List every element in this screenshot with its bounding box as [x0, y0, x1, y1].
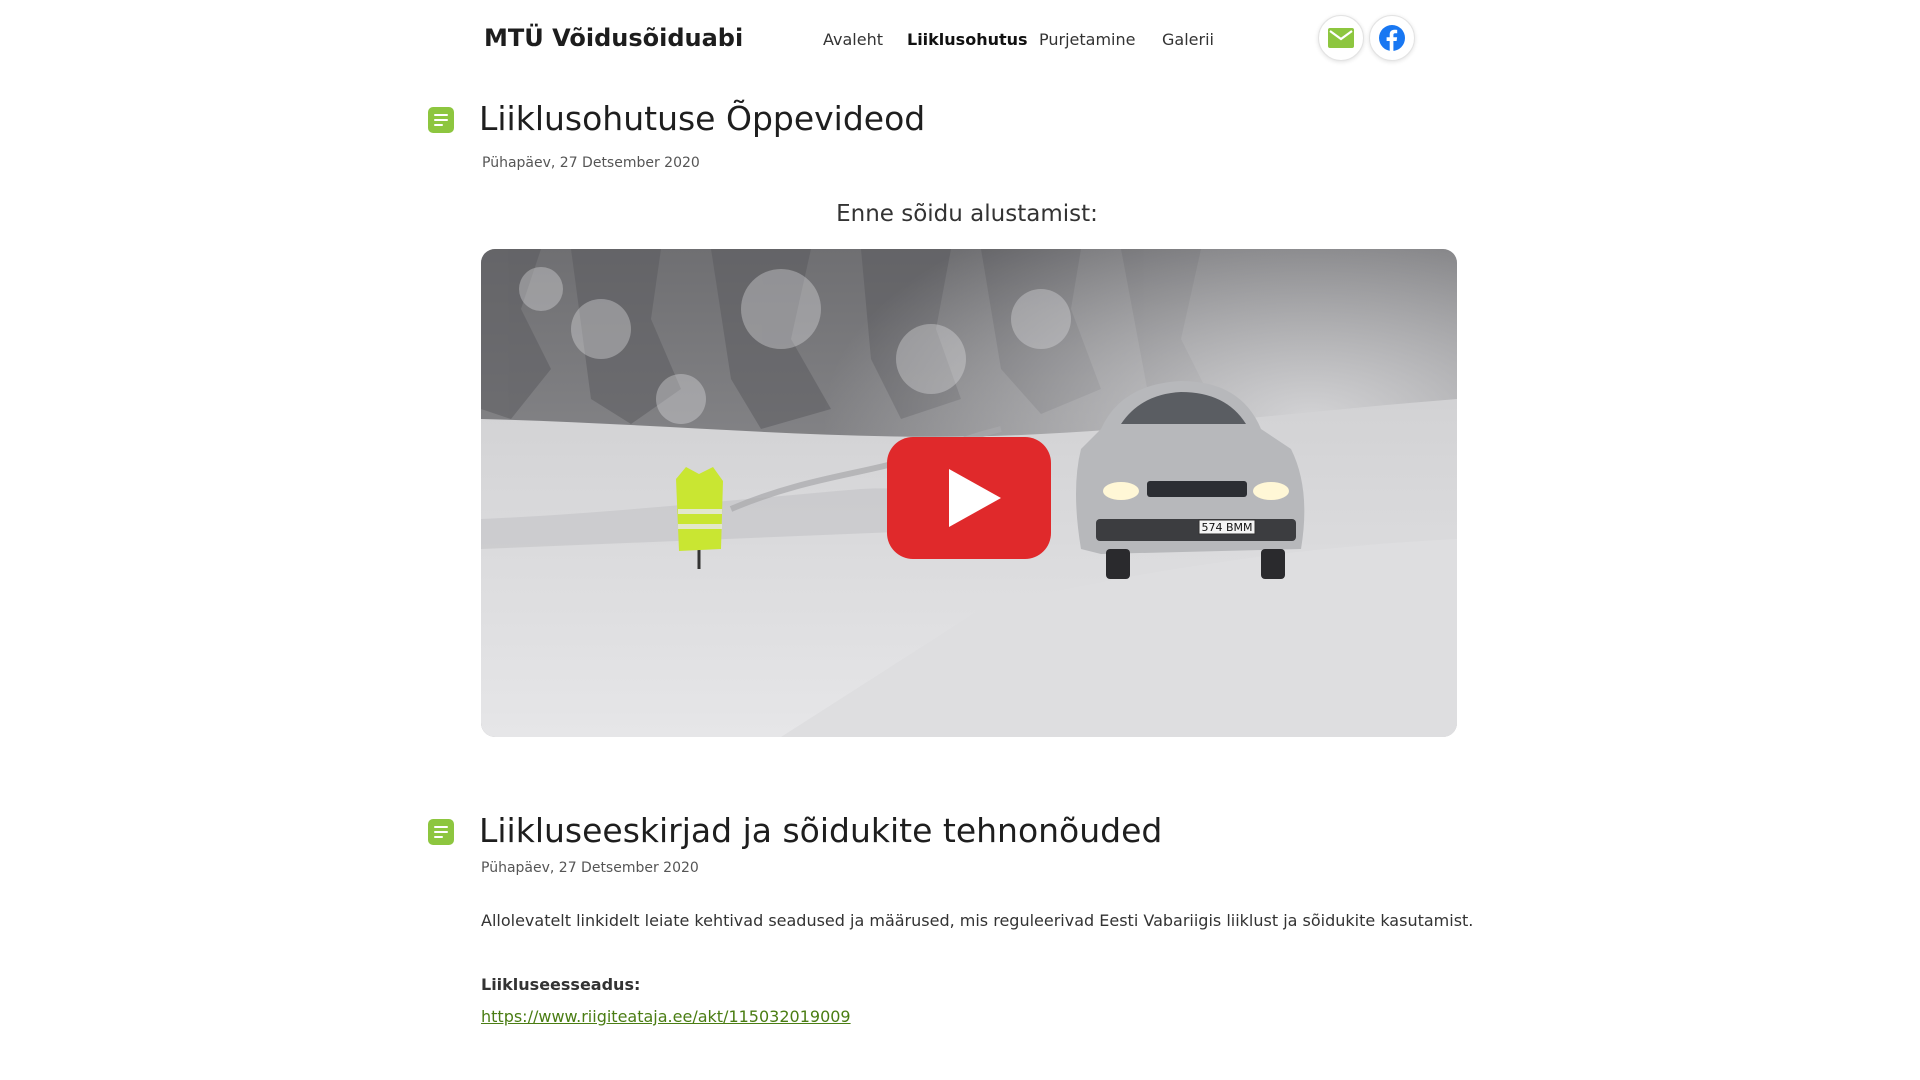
video-subheading: Enne sõidu alustamist:: [836, 201, 1098, 227]
license-plate: 574 BMM: [1201, 521, 1252, 534]
post-date: Pühapäev, 27 Detsember 2020: [481, 860, 699, 876]
riigiteataja-link[interactable]: https://www.riigiteataja.ee/akt/11503201…: [481, 1007, 851, 1026]
play-button[interactable]: [887, 437, 1051, 559]
nav-item-avaleht[interactable]: Avaleht: [823, 30, 883, 49]
article-icon: [428, 819, 454, 845]
video-thumbnail: 574 BMM: [481, 249, 1457, 737]
facebook-button[interactable]: [1369, 15, 1415, 61]
facebook-icon: [1379, 25, 1405, 51]
nav-item-purjetamine[interactable]: Purjetamine: [1039, 30, 1135, 49]
post-title[interactable]: Liikluseeskirjad ja sõidukite tehnonõude…: [479, 811, 1162, 850]
email-button[interactable]: [1318, 15, 1364, 61]
nav-item-galerii[interactable]: Galerii: [1162, 30, 1214, 49]
article-icon: [428, 107, 454, 133]
section-label: Liikluseesseadus:: [481, 975, 641, 994]
site-title[interactable]: MTÜ Võidusõiduabi: [484, 24, 743, 52]
nav-item-liiklusohutus[interactable]: Liiklusohutus: [907, 30, 1028, 49]
post-date: Pühapäev, 27 Detsember 2020: [482, 155, 700, 171]
post-intro: Allolevatelt linkidelt leiate kehtivad s…: [481, 911, 1474, 930]
youtube-video-embed[interactable]: 574 BMM: [481, 249, 1457, 737]
post-title[interactable]: Liiklusohutuse Õppevideod: [479, 99, 925, 138]
mail-icon: [1328, 28, 1354, 48]
